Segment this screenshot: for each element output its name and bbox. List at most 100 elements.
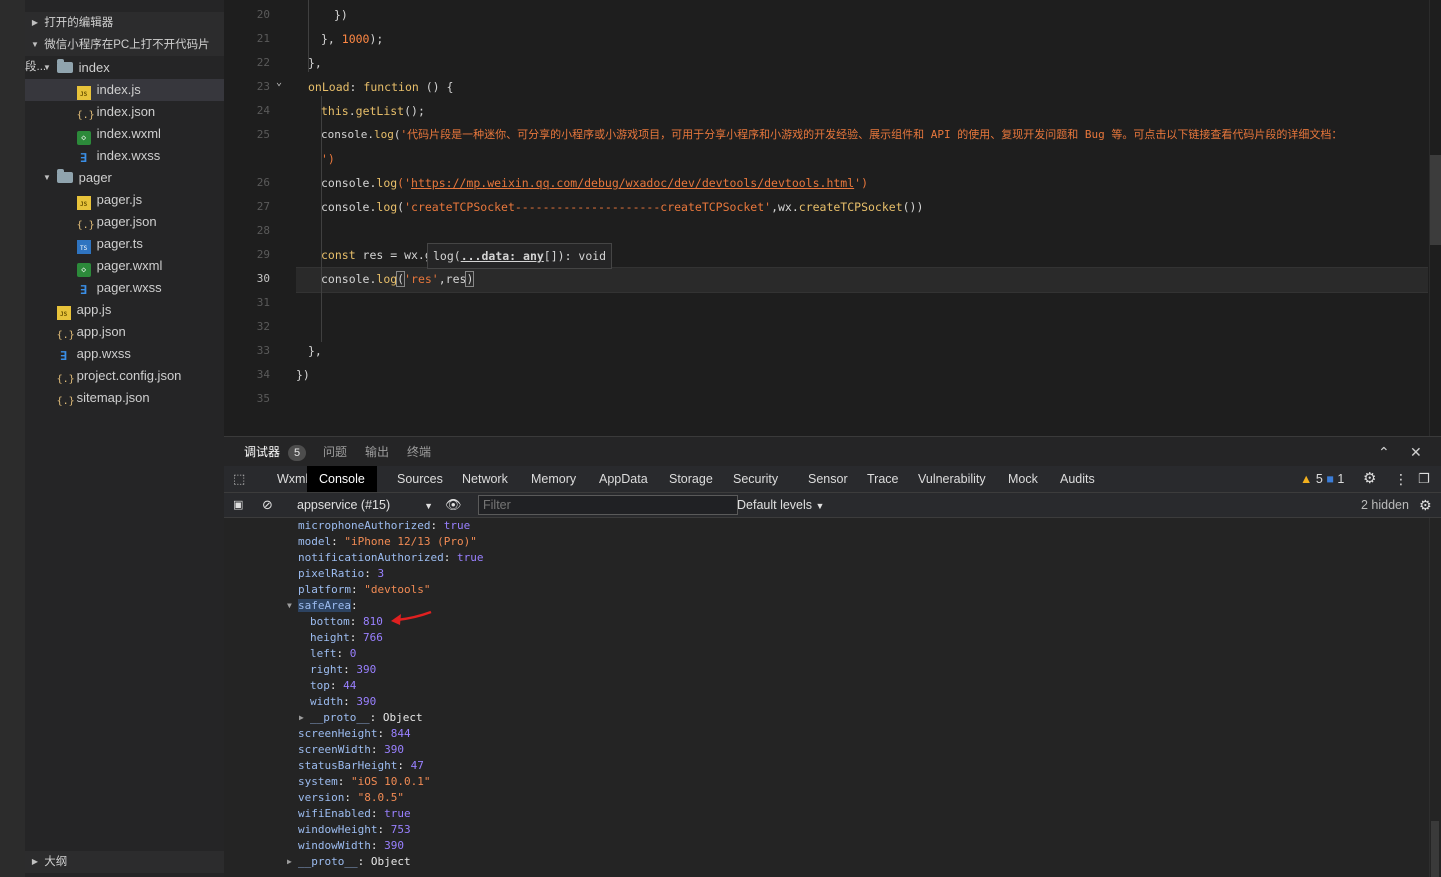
inspect-icon[interactable]: ⬚ bbox=[233, 466, 245, 492]
caret-right-icon: ▶ bbox=[31, 857, 39, 866]
console-value: 766 bbox=[363, 631, 383, 644]
console-toolbar: ▣ ⊘ appservice (#15) ▼ 👁 Default levels ▼… bbox=[224, 493, 1441, 518]
tree-file[interactable]: ◇ index.wxml bbox=[25, 123, 224, 145]
tree-file[interactable]: JS pager.js bbox=[25, 189, 224, 211]
json-file-icon: {.} bbox=[56, 330, 75, 341]
devtools-tab-console[interactable]: Console bbox=[307, 466, 377, 492]
undock-icon[interactable]: ❐ bbox=[1418, 466, 1430, 492]
tree-file[interactable]: {.} pager.json bbox=[25, 211, 224, 233]
tab-output[interactable]: 输出 bbox=[365, 437, 389, 467]
tree-file[interactable]: TS pager.ts bbox=[25, 233, 224, 255]
console-value: true bbox=[443, 519, 471, 532]
sidebar-toggle-icon[interactable]: ▣ bbox=[233, 493, 243, 517]
tree-file[interactable]: ∃ pager.wxss bbox=[25, 277, 224, 299]
devtools-tab-sources[interactable]: Sources bbox=[397, 466, 443, 492]
code-token: createTCPSocket bbox=[798, 200, 903, 214]
console-key: windowHeight bbox=[298, 823, 378, 836]
tree-file[interactable]: ∃ index.wxss bbox=[25, 145, 224, 167]
console-value: true bbox=[456, 551, 484, 564]
tree-file[interactable]: {.} sitemap.json bbox=[25, 387, 224, 409]
line-number: 31 bbox=[256, 296, 270, 309]
json-file-icon: {.} bbox=[56, 396, 75, 407]
close-icon[interactable]: ✕ bbox=[1410, 437, 1422, 467]
tab-debugger[interactable]: 调试器 5 bbox=[244, 437, 307, 467]
code-token: ); bbox=[369, 32, 384, 46]
wxss-file-icon: ∃ bbox=[80, 283, 88, 297]
clear-icon[interactable]: ⊘ bbox=[262, 493, 273, 517]
warning-count: 5 bbox=[1315, 472, 1323, 486]
outline-label: 大纲 bbox=[44, 856, 68, 868]
code-token: res = wx.g bbox=[355, 248, 432, 262]
code-link[interactable]: https://mp.weixin.qq.com/debug/wxadoc/de… bbox=[411, 176, 854, 190]
console-property: screenHeight: 844 bbox=[298, 727, 411, 740]
project-section[interactable]: ▼ 微信小程序在PC上打不开代码片段... bbox=[25, 34, 224, 73]
console-value: 810 bbox=[363, 615, 383, 628]
tree-folder[interactable]: ▼ index bbox=[25, 57, 224, 79]
devtools-tab-network[interactable]: Network bbox=[462, 466, 508, 492]
hidden-count: 2 hidden bbox=[1361, 493, 1409, 517]
more-icon[interactable]: ⋮ bbox=[1394, 466, 1408, 492]
console-output[interactable]: microphoneAuthorized: true model: "iPhone… bbox=[224, 518, 1429, 877]
gear-icon[interactable]: ⚙ bbox=[1419, 493, 1432, 517]
wxss-file-icon: ∃ bbox=[80, 151, 88, 165]
filter-input[interactable] bbox=[478, 495, 738, 515]
devtools-tab-memory[interactable]: Memory bbox=[531, 466, 576, 492]
context-label: appservice (#15) bbox=[297, 498, 391, 512]
context-select[interactable]: appservice (#15) ▼ bbox=[297, 493, 433, 517]
console-property: width: 390 bbox=[310, 695, 377, 708]
code-token: console. bbox=[321, 128, 374, 141]
devtools-tab-audits[interactable]: Audits bbox=[1060, 466, 1095, 492]
code-token: ,wx. bbox=[771, 200, 799, 214]
code-token: : bbox=[349, 80, 364, 94]
devtools-tab-security[interactable]: Security bbox=[733, 466, 778, 492]
console-key: bottom bbox=[310, 615, 350, 628]
tree-file[interactable]: ∃ app.wxss bbox=[25, 343, 224, 365]
tree-item-label: app.json bbox=[76, 324, 126, 339]
devtools-tab-trace[interactable]: Trace bbox=[867, 466, 899, 492]
code-line-29: const res = wx.g bbox=[321, 243, 432, 267]
tree-file[interactable]: JS app.js bbox=[25, 299, 224, 321]
caret-down-icon[interactable]: ▼ bbox=[287, 598, 292, 614]
code-token: ') bbox=[321, 152, 335, 166]
tree-folder[interactable]: ▼ pager bbox=[25, 167, 224, 189]
open-editors-section[interactable]: ▶ 打开的编辑器 bbox=[25, 12, 224, 34]
line-number: 27 bbox=[256, 200, 270, 213]
tab-problems[interactable]: 问题 bbox=[323, 437, 347, 467]
tree-file[interactable]: {.} app.json bbox=[25, 321, 224, 343]
tab-terminal[interactable]: 终端 bbox=[407, 437, 431, 467]
console-property: ▼ safeArea: bbox=[287, 599, 365, 612]
devtools-tab-appdata[interactable]: AppData bbox=[599, 466, 648, 492]
caret-right-icon[interactable]: ▶ bbox=[287, 854, 292, 870]
eye-icon[interactable]: 👁 bbox=[445, 493, 462, 517]
tree-file[interactable]: {.} project.config.json bbox=[25, 365, 224, 387]
wxml-file-icon: ◇ bbox=[76, 263, 91, 277]
tree-file[interactable]: ◇ pager.wxml bbox=[25, 255, 224, 277]
tree-item-label: pager.json bbox=[96, 214, 157, 229]
console-value: 3 bbox=[377, 567, 385, 580]
warning-counter[interactable]: ▲ 5 ■ 1 bbox=[1300, 466, 1344, 492]
outline-section[interactable]: ▶ 大纲 bbox=[25, 851, 224, 873]
line-number: 22 bbox=[256, 56, 270, 69]
code-editor[interactable]: 20 21 22 23 24 25 26 27 28 29 30 31 32 33 34 35 ⌄ }) },… bbox=[224, 0, 1441, 436]
tab-label: 终端 bbox=[407, 445, 432, 459]
devtools-tab-storage[interactable]: Storage bbox=[669, 466, 713, 492]
console-property: top: 44 bbox=[310, 679, 357, 692]
tree-file[interactable]: JS index.js bbox=[25, 79, 224, 101]
devtools-tab-sensor[interactable]: Sensor bbox=[808, 466, 848, 492]
console-key: height bbox=[310, 631, 350, 644]
tree-file[interactable]: {.} index.json bbox=[25, 101, 224, 123]
code-token: log bbox=[376, 176, 398, 190]
console-key: version bbox=[298, 791, 345, 804]
devtools-tab-wxml[interactable]: Wxml bbox=[277, 466, 308, 492]
chevron-down-icon[interactable]: ⌄ bbox=[276, 77, 282, 88]
editor-scrollbar-thumb[interactable] bbox=[1430, 155, 1441, 245]
devtools-tab-mock[interactable]: Mock bbox=[1008, 466, 1038, 492]
console-property: platform: "devtools" bbox=[298, 583, 431, 596]
levels-select[interactable]: Default levels ▼ bbox=[737, 493, 824, 517]
caret-right-icon[interactable]: ▶ bbox=[299, 710, 304, 726]
gear-icon[interactable]: ⚙ bbox=[1363, 466, 1376, 492]
chevron-up-icon[interactable]: ⌃ bbox=[1378, 437, 1390, 467]
console-scrollbar-thumb[interactable] bbox=[1431, 821, 1439, 877]
devtools-tab-vulnerability[interactable]: Vulnerability bbox=[918, 466, 986, 492]
code-token: ()) bbox=[902, 200, 924, 214]
